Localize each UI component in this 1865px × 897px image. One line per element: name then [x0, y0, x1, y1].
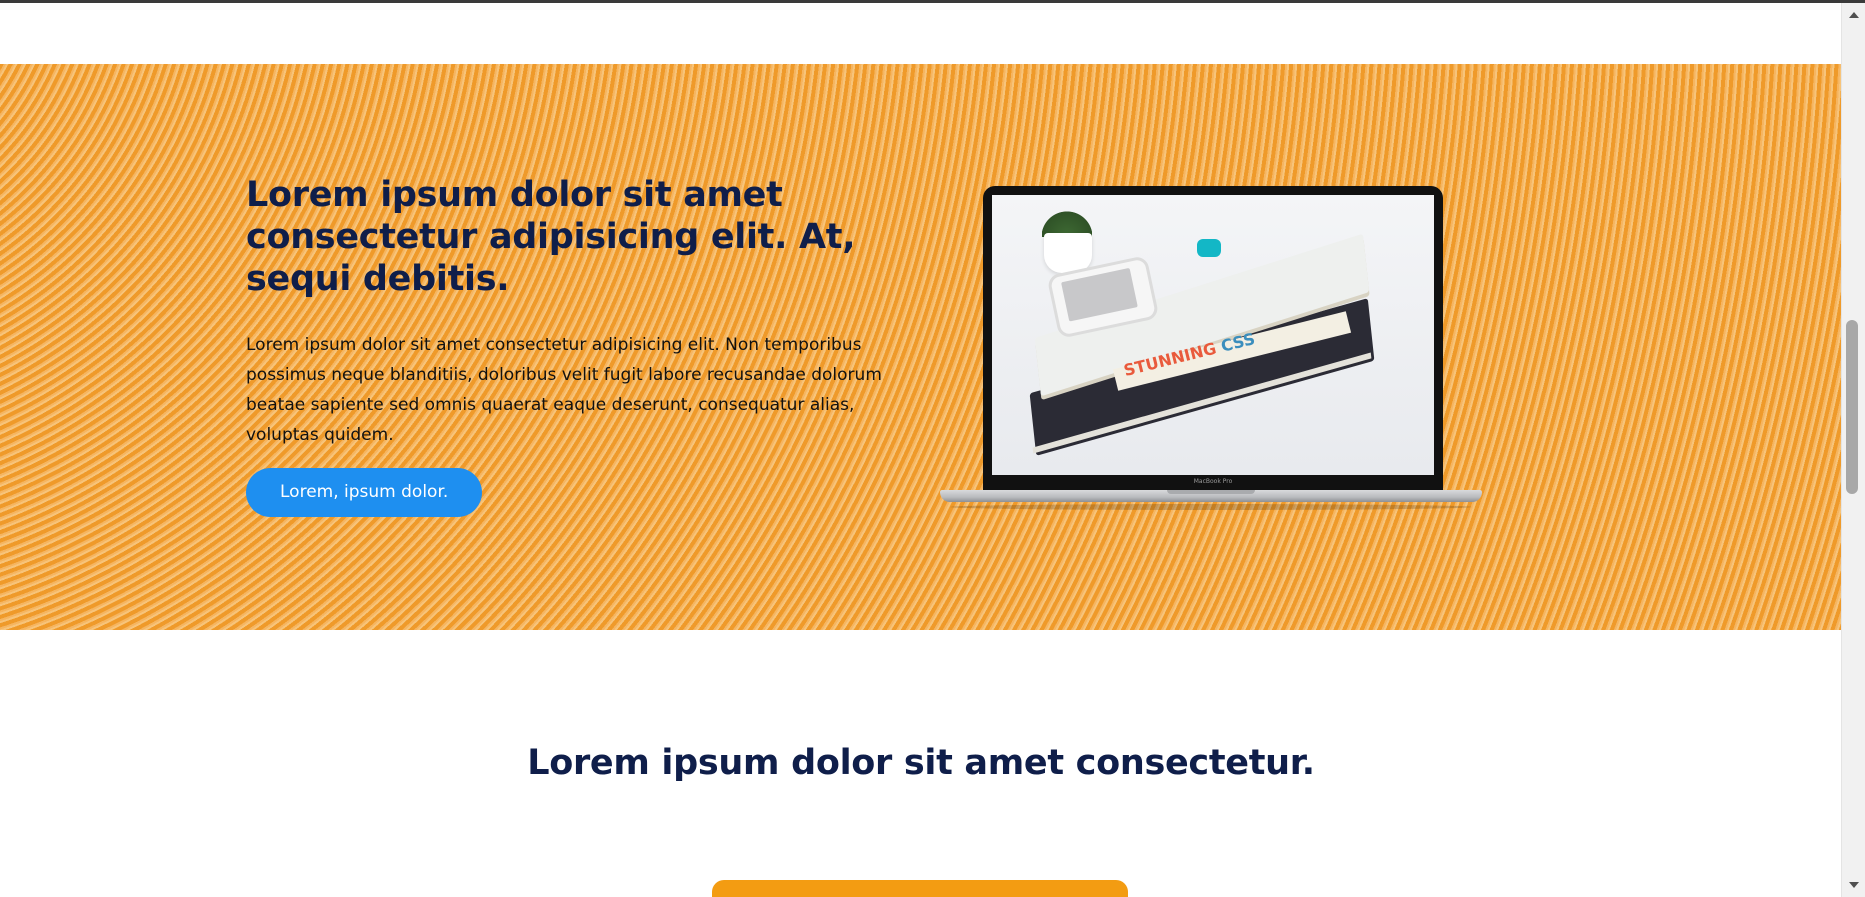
browser-viewport: Lorem ipsum dolor sit amet consectetur a…: [0, 0, 1865, 897]
hero-text-block: Lorem ipsum dolor sit amet consectetur a…: [246, 174, 906, 517]
laptop-brand-label: MacBook Pro: [1193, 478, 1233, 485]
hero-cta-button[interactable]: Lorem, ipsum dolor.: [246, 468, 483, 517]
laptop-notch: [1167, 490, 1255, 494]
teal-object: [1197, 239, 1221, 257]
hero-paragraph: Lorem ipsum dolor sit amet consectetur a…: [246, 335, 882, 445]
laptop-image: STUNNING CSS MacBook Pro: [940, 186, 1482, 516]
laptop-lid: STUNNING CSS MacBook Pro: [983, 186, 1443, 492]
laptop-shadow: [950, 504, 1472, 510]
orange-card: [712, 880, 1128, 897]
page-content: Lorem ipsum dolor sit amet consectetur a…: [0, 0, 1842, 897]
section-title: Lorem ipsum dolor sit amet consectetur.: [527, 743, 1315, 783]
chevron-down-icon[interactable]: [1849, 882, 1859, 888]
plant-illustration: [1042, 203, 1092, 237]
phone-screen: [1061, 267, 1138, 322]
chevron-up-icon[interactable]: [1849, 12, 1859, 18]
vertical-scrollbar[interactable]: [1841, 3, 1865, 897]
hero-section: Lorem ipsum dolor sit amet consectetur a…: [0, 64, 1842, 630]
laptop-screen: STUNNING CSS: [992, 195, 1434, 475]
scrollbar-thumb[interactable]: [1846, 320, 1858, 494]
hero-title: Lorem ipsum dolor sit amet consectetur a…: [246, 175, 856, 299]
